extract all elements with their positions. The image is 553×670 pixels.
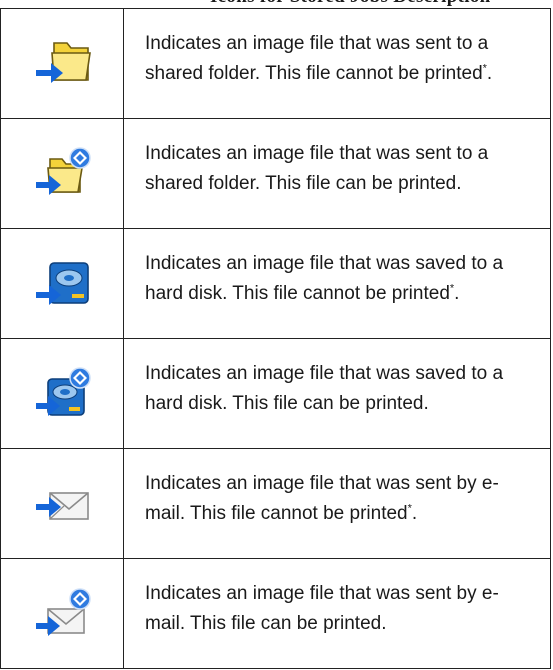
description-cell: Indicates an image file that was sent by… <box>123 448 551 559</box>
email-send-printable-icon <box>36 588 91 636</box>
icon-cell <box>0 448 124 559</box>
table-row: Indicates an image file that was saved t… <box>0 228 551 339</box>
icon-cell <box>0 558 124 669</box>
description-text: Indicates an image file that was saved t… <box>145 363 504 414</box>
description-cell: Indicates an image file that was saved t… <box>123 228 551 339</box>
description-text: Indicates an image file that was sent by… <box>145 583 499 634</box>
description-cell: Indicates an image file that was sent by… <box>123 558 551 669</box>
hard-disk-save-icon <box>36 262 89 305</box>
table-row: Indicates an image file that was saved t… <box>0 338 551 449</box>
icon-cell <box>0 8 124 119</box>
description-text: Indicates an image file that was sent to… <box>145 143 489 194</box>
icon-cell <box>0 118 124 229</box>
table-row: Indicates an image file that was sent by… <box>0 558 551 669</box>
table-row: Indicates an image file that was sent to… <box>0 118 551 229</box>
table-row: Indicates an image file that was sent by… <box>0 448 551 559</box>
description-suffix: . <box>486 63 493 84</box>
folder-send-icon <box>36 42 91 83</box>
hard-disk-save-printable-icon <box>36 367 91 416</box>
description-text: Indicates an image file that was sent by… <box>145 473 499 524</box>
email-send-icon <box>36 492 89 520</box>
description-suffix: . <box>411 503 418 524</box>
table-row: Indicates an image file that was sent to… <box>0 8 551 119</box>
description-cell: Indicates an image file that was sent to… <box>123 118 551 229</box>
icon-cell <box>0 338 124 449</box>
table-heading: Icons for Stored Jobs Description <box>210 0 490 8</box>
description-text: Indicates an image file that was sent to… <box>145 33 489 84</box>
description-cell: Indicates an image file that was saved t… <box>123 338 551 449</box>
folder-send-printable-icon <box>36 147 91 195</box>
icon-cell <box>0 228 124 339</box>
stored-jobs-icon-table: Indicates an image file that was sent to… <box>0 8 551 669</box>
description-text: Indicates an image file that was saved t… <box>145 253 504 304</box>
description-cell: Indicates an image file that was sent to… <box>123 8 551 119</box>
description-suffix: . <box>454 283 460 304</box>
